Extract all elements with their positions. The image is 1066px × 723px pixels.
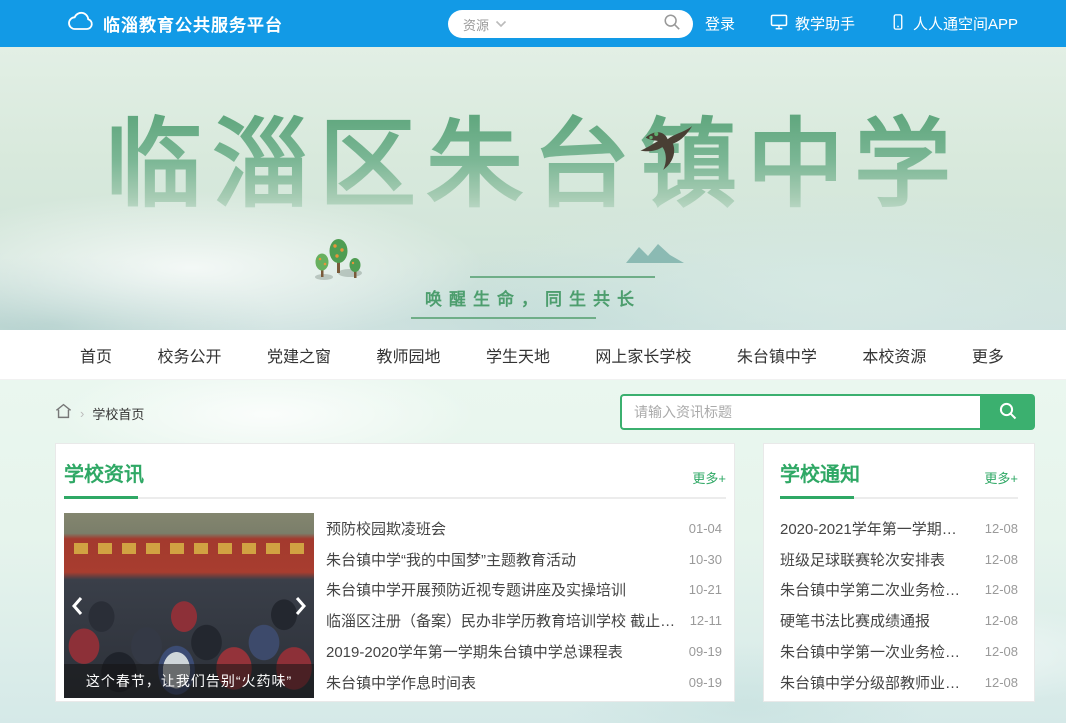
news-item-date: 01-04 [689,521,726,536]
nav-item[interactable]: 教师园地 [376,343,440,367]
login-link[interactable]: 登录 [705,13,735,34]
carousel-prev-button[interactable] [66,590,88,622]
nav-item[interactable]: 更多 [972,343,1004,367]
news-item-title: 朱台镇中学“我的中国梦”主题教育活动 [326,549,590,570]
news-item-date: 12-11 [690,613,726,628]
notice-list-item[interactable]: 班级足球联赛轮次安排表 12-08 [780,544,1018,575]
notice-list-item[interactable]: 朱台镇中学分级部教师业务展 12-08 [780,667,1018,698]
notice-item-title: 朱台镇中学分级部教师业务展 [780,672,985,693]
notice-list-item[interactable]: 朱台镇中学第一次业务检查的 12-08 [780,636,1018,667]
nav-item[interactable]: 网上家长学校 [595,343,691,367]
notice-item-title: 朱台镇中学第二次业务检查的 [780,579,985,600]
home-icon[interactable] [55,403,72,424]
breadcrumb: › 学校首页 [55,403,144,424]
breadcrumb-separator: › [80,406,84,421]
article-search-button[interactable] [980,394,1035,430]
school-banner: 临淄区朱台镇中学 唤醒生命，同生共长 [0,47,1066,330]
notice-list-item[interactable]: 朱台镇中学第二次业务检查的 12-08 [780,575,1018,606]
section-divider [64,497,726,499]
school-notice-card: 学校通知 更多+ 2020-2021学年第一学期足球 12-08 班级足球联赛轮… [763,443,1035,702]
news-list: 预防校园欺凌班会 01-04 朱台镇中学“我的中国梦”主题教育活动 10-30 … [326,513,726,698]
notice-item-date: 12-08 [985,613,1018,628]
nav-item[interactable]: 首页 [80,343,112,367]
notice-list: 2020-2021学年第一学期足球 12-08 班级足球联赛轮次安排表 12-0… [780,513,1018,698]
chevron-down-icon[interactable] [495,15,507,33]
notice-item-date: 12-08 [985,644,1018,659]
news-section-title: 学校资讯 [64,458,144,487]
monitor-icon [769,12,789,36]
search-icon [998,401,1018,424]
notice-item-title: 2020-2021学年第一学期足球 [780,518,985,539]
notice-list-item[interactable]: 硬笔书法比赛成绩通报 12-08 [780,605,1018,636]
carousel-next-button[interactable] [290,590,312,622]
notice-more-link[interactable]: 更多+ [984,468,1018,487]
news-more-link[interactable]: 更多+ [692,468,726,487]
news-list-item[interactable]: 朱台镇中学开展预防近视专题讲座及实操培训 10-21 [326,575,726,606]
brand[interactable]: 临淄教育公共服务平台 [68,11,283,36]
smartphone-icon [889,12,907,36]
carousel-caption[interactable]: 这个春节，让我们告别“火药味” [64,664,314,698]
news-item-title: 朱台镇中学作息时间表 [326,672,490,693]
nav-item[interactable]: 校务公开 [157,343,221,367]
news-item-date: 09-19 [689,675,726,690]
renrentong-app-link[interactable]: 人人通空间APP [889,12,1018,36]
news-item-title: 2019-2020学年第一学期朱台镇中学总课程表 [326,641,637,662]
page: 临淄教育公共服务平台 资源 登录 教学助手 [0,0,1066,723]
nav-item[interactable]: 本校资源 [862,343,926,367]
nav-item[interactable]: 党建之窗 [267,343,331,367]
section-divider [780,497,1018,499]
news-list-item[interactable]: 朱台镇中学“我的中国梦”主题教育活动 10-30 [326,544,726,575]
article-search-input[interactable] [620,394,980,430]
news-list-item[interactable]: 朱台镇中学作息时间表 09-19 [326,667,726,698]
news-list-item[interactable]: 预防校园欺凌班会 01-04 [326,513,726,544]
news-item-date: 10-21 [689,582,726,597]
mountains-decoration [626,243,684,268]
notice-item-title: 朱台镇中学第一次业务检查的 [780,641,985,662]
banner-school-name: 临淄区朱台镇中学 [0,107,1066,223]
nav-item[interactable]: 朱台镇中学 [737,343,817,367]
article-search [620,394,1035,430]
notice-item-date: 12-08 [985,675,1018,690]
notice-list-item[interactable]: 2020-2021学年第一学期足球 12-08 [780,513,1018,544]
swallow-icon [637,125,693,176]
notice-item-date: 12-08 [985,521,1018,536]
news-item-date: 09-19 [689,644,726,659]
news-list-item[interactable]: 临淄区注册（备案）民办非学历教育培训学校 截止2019 12-11 [326,605,726,636]
news-item-title: 临淄区注册（备案）民办非学历教育培训学校 截止2019 [326,610,690,631]
main-nav: 首页 校务公开 党建之窗 教师园地 学生天地 网上家长学校 朱台镇中学 本校资源 更多 [0,330,1066,380]
nav-item[interactable]: 学生天地 [486,343,550,367]
teaching-assistant-link[interactable]: 教学助手 [769,12,855,36]
news-carousel[interactable]: 这个春节，让我们告别“火药味” [64,513,314,698]
notice-item-title: 硬笔书法比赛成绩通报 [780,610,944,631]
school-news-card: 学校资讯 更多+ 这个春节，让我们告别“火药味” 预防校园欺凌班会 [55,443,735,702]
notice-item-date: 12-08 [985,582,1018,597]
notice-item-title: 班级足球联赛轮次安排表 [780,549,959,570]
top-links: 登录 教学助手 人人通空间APP [705,0,1018,47]
news-item-title: 朱台镇中学开展预防近视专题讲座及实操培训 [326,579,640,600]
breadcrumb-current: 学校首页 [92,404,144,423]
search-category-dropdown[interactable]: 资源 [463,15,489,34]
brand-title: 临淄教育公共服务平台 [103,11,283,36]
news-item-date: 10-30 [689,552,726,567]
top-bar: 临淄教育公共服务平台 资源 登录 教学助手 [0,0,1066,47]
banner-tagline: 唤醒生命，同生共长 [425,276,641,319]
cloud-icon [68,11,94,36]
search-icon[interactable] [663,13,681,36]
notice-section-title: 学校通知 [780,458,860,487]
news-list-item[interactable]: 2019-2020学年第一学期朱台镇中学总课程表 09-19 [326,636,726,667]
news-item-title: 预防校园欺凌班会 [326,518,460,539]
notice-item-date: 12-08 [985,552,1018,567]
top-search-box[interactable]: 资源 [448,10,693,38]
